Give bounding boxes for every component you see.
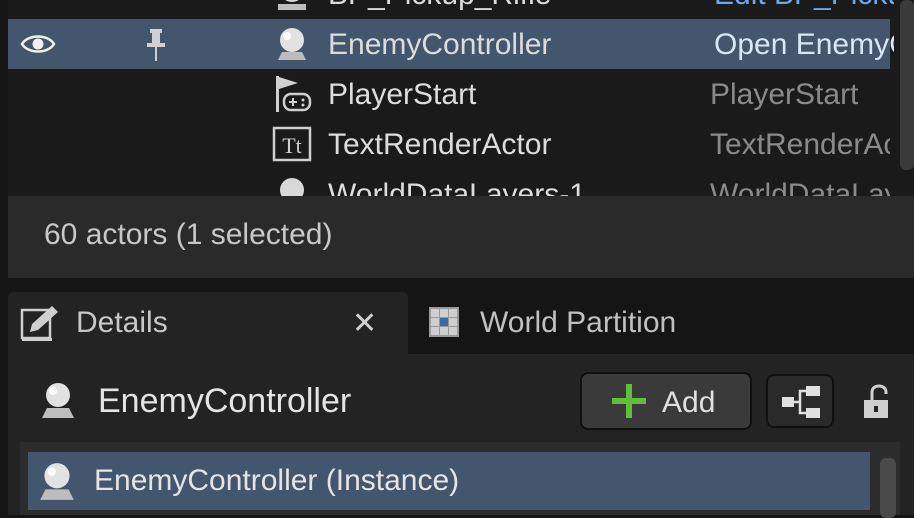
blueprint-button[interactable]: [766, 374, 834, 428]
outliner-item-label: WorldDataLayers-1: [328, 178, 586, 196]
actor-count-text: 60 actors (1 selected): [44, 218, 333, 251]
close-icon[interactable]: ✕: [352, 306, 377, 341]
outliner-item-type-link[interactable]: Open EnemyController: [714, 28, 894, 62]
outliner-row-textrenderactor[interactable]: Tt TextRenderActor TextRenderActor: [8, 119, 890, 169]
outliner-item-label: TextRenderActor: [328, 128, 552, 161]
panel-tab-bar: Details ✕ World Partition: [0, 286, 914, 354]
actor-sphere-icon: [278, 0, 306, 10]
outliner-scrollbar[interactable]: [900, 0, 914, 170]
outliner-item-label: BP_Pickup_Rifle: [328, 0, 551, 12]
outliner-item-type: TextRenderActor: [710, 128, 890, 161]
outliner-item-type: WorldDataLayers: [710, 178, 890, 196]
actor-sphere-icon: [42, 383, 74, 418]
unlock-icon[interactable]: [862, 382, 896, 420]
add-component-button[interactable]: Add: [580, 372, 752, 430]
actor-sphere-icon: [280, 178, 304, 196]
outliner-row-playerstart[interactable]: PlayerStart PlayerStart: [8, 69, 890, 119]
component-row-label: EnemyController (Instance): [94, 464, 460, 497]
outliner-item-label: PlayerStart: [328, 78, 477, 111]
tab-world-partition[interactable]: World Partition: [412, 292, 732, 354]
outliner-item-type-link[interactable]: Edit BP_Pickup_Rifle: [714, 0, 894, 12]
grid-icon: [429, 307, 459, 337]
tab-world-partition-label: World Partition: [480, 306, 677, 339]
player-start-icon: [276, 76, 312, 112]
details-actor-title: EnemyController: [98, 382, 352, 420]
svg-text:Tt: Tt: [282, 133, 302, 158]
details-panel: EnemyController Add EnemyController (Ins…: [8, 354, 914, 518]
eye-icon[interactable]: [20, 31, 56, 57]
outliner-row-enemycontroller[interactable]: EnemyController Open EnemyController: [8, 19, 894, 69]
actor-sphere-icon: [278, 28, 306, 60]
pin-icon[interactable]: [144, 27, 168, 63]
pencil-icon: [20, 306, 58, 341]
outliner-status-bar: 60 actors (1 selected): [8, 196, 914, 278]
outliner-item-type: PlayerStart: [710, 78, 859, 111]
component-tree-scrollbar[interactable]: [880, 458, 896, 518]
add-button-label: Add: [662, 386, 716, 419]
blueprint-icon: [782, 386, 820, 418]
outliner-row-bp-pickup[interactable]: BP_Pickup_Rifle Edit BP_Pickup_Rifle: [8, 0, 894, 19]
outliner-item-label: EnemyController: [328, 28, 552, 61]
outliner-row-worlddatalayers[interactable]: WorldDataLayers-1 WorldDataLayers: [8, 169, 890, 196]
actor-sphere-icon: [40, 463, 74, 500]
tab-details[interactable]: Details ✕: [8, 292, 408, 354]
component-tree: EnemyController (Instance): [20, 442, 900, 518]
text-render-icon: Tt: [272, 126, 312, 162]
plus-icon: [612, 384, 646, 418]
outliner-list: BP_Pickup_Rifle Edit BP_Pickup_Rifle Ene…: [8, 0, 914, 196]
tab-details-label: Details: [76, 306, 168, 339]
component-row-instance[interactable]: EnemyController (Instance): [28, 452, 870, 510]
